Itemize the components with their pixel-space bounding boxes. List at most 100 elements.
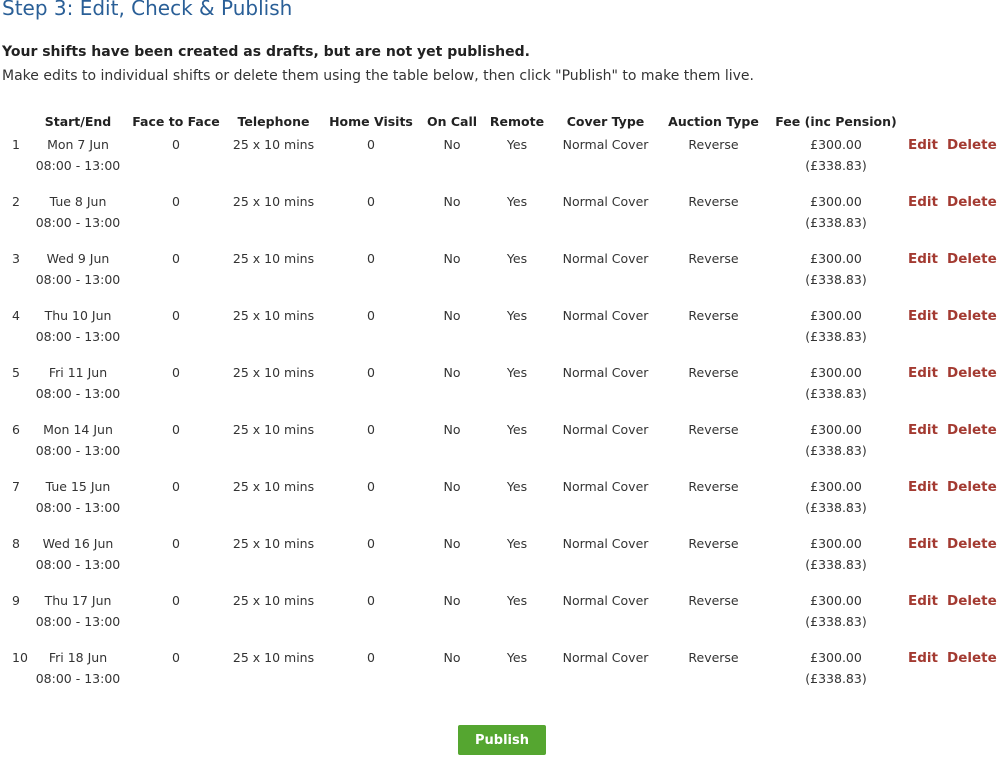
fee-cell: £300.00 (£338.83) xyxy=(768,248,904,305)
face-to-face-cell: 0 xyxy=(172,650,180,665)
shift-time: 08:00 - 13:00 xyxy=(35,386,121,401)
row-number: 6 xyxy=(12,422,20,437)
fee-cell: £300.00 (£338.83) xyxy=(768,305,904,362)
header-delete xyxy=(947,109,1003,134)
start-end-cell: Tue 15 Jun 08:00 - 13:00 xyxy=(31,476,125,533)
shift-time: 08:00 - 13:00 xyxy=(35,329,121,344)
shift-date: Tue 15 Jun xyxy=(45,479,111,494)
remote-cell: Yes xyxy=(506,365,528,380)
edit-link[interactable]: Edit xyxy=(908,650,938,666)
row-number: 10 xyxy=(12,650,28,665)
face-to-face-cell: 0 xyxy=(172,194,180,209)
delete-link[interactable]: Delete xyxy=(947,365,997,381)
fee-with-pension: (£338.83) xyxy=(805,329,867,344)
shift-time: 08:00 - 13:00 xyxy=(35,443,121,458)
delete-cell: Delete xyxy=(947,590,1003,647)
edit-cell: Edit xyxy=(904,305,947,362)
cover-type-cell: Normal Cover xyxy=(562,194,649,209)
on-call-cell: No xyxy=(443,593,461,608)
delete-link[interactable]: Delete xyxy=(947,251,997,267)
fee-amount: £300.00 xyxy=(810,251,862,266)
telephone-cell: 25 x 10 mins xyxy=(232,593,315,608)
auction-type-cell: Reverse xyxy=(688,536,739,551)
header-start-end: Start/End xyxy=(44,114,112,129)
edit-link[interactable]: Edit xyxy=(908,479,938,495)
header-on-call: On Call xyxy=(426,114,478,129)
table-row: 7 Tue 15 Jun 08:00 - 13:00 0 25 x 10 mins… xyxy=(0,476,1003,533)
row-number: 4 xyxy=(12,308,20,323)
edit-cell: Edit xyxy=(904,248,947,305)
fee-amount: £300.00 xyxy=(810,536,862,551)
row-number: 3 xyxy=(12,251,20,266)
face-to-face-cell: 0 xyxy=(172,593,180,608)
start-end-cell: Fri 18 Jun 08:00 - 13:00 xyxy=(31,647,125,704)
shift-date: Wed 16 Jun xyxy=(42,536,114,551)
on-call-cell: No xyxy=(443,422,461,437)
fee-amount: £300.00 xyxy=(810,422,862,437)
start-end-cell: Fri 11 Jun 08:00 - 13:00 xyxy=(31,362,125,419)
edit-cell: Edit xyxy=(904,362,947,419)
instructions-text: Make edits to individual shifts or delet… xyxy=(2,68,754,84)
fee-cell: £300.00 (£338.83) xyxy=(768,476,904,533)
delete-cell: Delete xyxy=(947,134,1003,191)
auction-type-cell: Reverse xyxy=(688,365,739,380)
header-home-visits: Home Visits xyxy=(329,114,413,129)
delete-link[interactable]: Delete xyxy=(947,593,997,609)
fee-cell: £300.00 (£338.83) xyxy=(768,590,904,647)
header-edit xyxy=(904,109,947,134)
shift-date: Fri 11 Jun xyxy=(48,365,108,380)
table-row: 4 Thu 10 Jun 08:00 - 13:00 0 25 x 10 mins… xyxy=(0,305,1003,362)
home-visits-cell: 0 xyxy=(367,365,375,380)
delete-link[interactable]: Delete xyxy=(947,650,997,666)
shift-date: Fri 18 Jun xyxy=(48,650,108,665)
start-end-cell: Wed 9 Jun 08:00 - 13:00 xyxy=(31,248,125,305)
edit-link[interactable]: Edit xyxy=(908,536,938,552)
fee-with-pension: (£338.83) xyxy=(805,500,867,515)
delete-link[interactable]: Delete xyxy=(947,536,997,552)
cover-type-cell: Normal Cover xyxy=(562,650,649,665)
auction-type-cell: Reverse xyxy=(688,251,739,266)
telephone-cell: 25 x 10 mins xyxy=(232,479,315,494)
header-cover-type: Cover Type xyxy=(566,114,645,129)
edit-link[interactable]: Edit xyxy=(908,593,938,609)
on-call-cell: No xyxy=(443,479,461,494)
header-telephone: Telephone xyxy=(237,114,310,129)
delete-link[interactable]: Delete xyxy=(947,422,997,438)
home-visits-cell: 0 xyxy=(367,137,375,152)
edit-link[interactable]: Edit xyxy=(908,137,938,153)
edit-cell: Edit xyxy=(904,476,947,533)
on-call-cell: No xyxy=(443,365,461,380)
shift-time: 08:00 - 13:00 xyxy=(35,158,121,173)
auction-type-cell: Reverse xyxy=(688,308,739,323)
remote-cell: Yes xyxy=(506,479,528,494)
delete-link[interactable]: Delete xyxy=(947,194,997,210)
start-end-cell: Thu 10 Jun 08:00 - 13:00 xyxy=(31,305,125,362)
edit-link[interactable]: Edit xyxy=(908,194,938,210)
delete-link[interactable]: Delete xyxy=(947,137,997,153)
cover-type-cell: Normal Cover xyxy=(562,308,649,323)
home-visits-cell: 0 xyxy=(367,251,375,266)
page-title: Step 3: Edit, Check & Publish xyxy=(2,0,293,20)
table-row: 6 Mon 14 Jun 08:00 - 13:00 0 25 x 10 mins… xyxy=(0,419,1003,476)
delete-cell: Delete xyxy=(947,419,1003,476)
edit-link[interactable]: Edit xyxy=(908,422,938,438)
shift-time: 08:00 - 13:00 xyxy=(35,557,121,572)
shift-time: 08:00 - 13:00 xyxy=(35,272,121,287)
fee-cell: £300.00 (£338.83) xyxy=(768,134,904,191)
telephone-cell: 25 x 10 mins xyxy=(232,137,315,152)
delete-link[interactable]: Delete xyxy=(947,308,997,324)
delete-cell: Delete xyxy=(947,191,1003,248)
edit-cell: Edit xyxy=(904,419,947,476)
fee-amount: £300.00 xyxy=(810,650,862,665)
edit-link[interactable]: Edit xyxy=(908,365,938,381)
telephone-cell: 25 x 10 mins xyxy=(232,308,315,323)
remote-cell: Yes xyxy=(506,650,528,665)
edit-link[interactable]: Edit xyxy=(908,251,938,267)
home-visits-cell: 0 xyxy=(367,479,375,494)
edit-cell: Edit xyxy=(904,647,947,704)
publish-button[interactable]: Publish xyxy=(458,725,546,755)
delete-link[interactable]: Delete xyxy=(947,479,997,495)
auction-type-cell: Reverse xyxy=(688,650,739,665)
fee-cell: £300.00 (£338.83) xyxy=(768,647,904,704)
edit-link[interactable]: Edit xyxy=(908,308,938,324)
